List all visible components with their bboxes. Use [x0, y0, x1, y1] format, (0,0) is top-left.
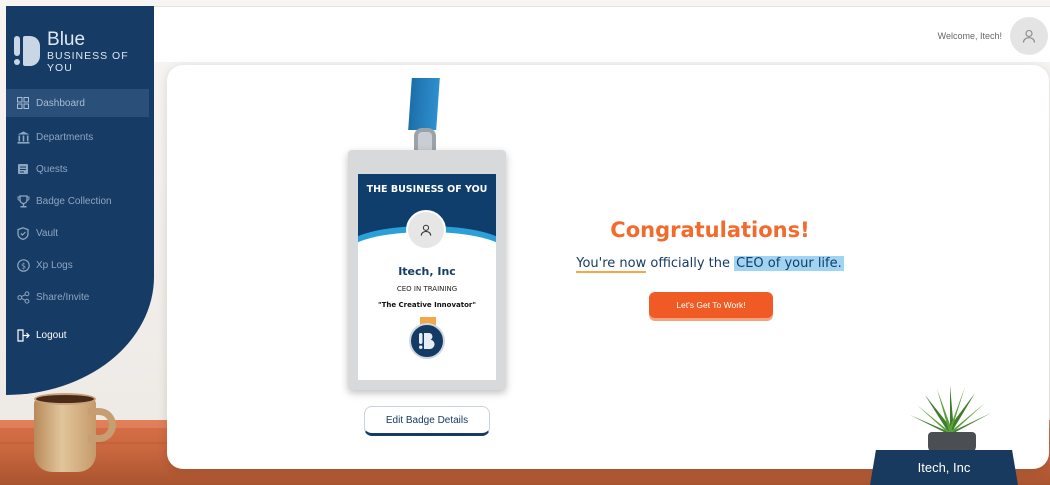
brand-subtitle: BUSINESS OF YOU: [47, 50, 129, 74]
badge-name: Itech, Inc: [398, 265, 456, 278]
sidebar-nav: Dashboard Departments Quests Badge Colle…: [6, 89, 149, 351]
grid-icon: [16, 96, 30, 110]
sidebar-item-share-invite[interactable]: Share/Invite: [6, 281, 149, 313]
shield-icon: [16, 226, 30, 240]
logout-icon: [16, 328, 30, 342]
tagline-underlined: You're now: [576, 256, 647, 273]
sidebar-item-label: Quests: [36, 163, 68, 175]
trophy-icon: [16, 194, 30, 208]
edit-badge-button[interactable]: Edit Badge Details: [364, 406, 490, 436]
sidebar-item-vault[interactable]: Vault: [6, 217, 149, 249]
tagline-text: officially the: [646, 256, 735, 271]
user-icon: [420, 224, 432, 236]
sidebar-item-badge-collection[interactable]: Badge Collection: [6, 185, 149, 217]
svg-text:$: $: [20, 261, 25, 270]
share-icon: [16, 290, 30, 304]
sidebar-item-label: Dashboard: [36, 97, 85, 109]
desk-nameplate: Itech, Inc: [870, 450, 1018, 485]
brand-title: Blue: [47, 29, 86, 50]
badge-avatar: [406, 210, 446, 250]
sidebar-item-label: Xp Logs: [36, 259, 73, 271]
lanyard-strap: [408, 78, 440, 130]
brand-logo[interactable]: Blue BUSINESS OF YOU: [14, 30, 154, 74]
logo-icon: [14, 34, 40, 70]
dollar-icon: $: [16, 258, 30, 272]
sidebar-item-label: Share/Invite: [36, 291, 90, 303]
badge-motto: "The Creative Innovator": [377, 301, 477, 309]
tagline: You're now officially the CEO of your li…: [550, 256, 870, 273]
top-bar: Welcome, Itech!: [154, 6, 1050, 62]
id-badge: THE BUSINESS OF YOU Itech, Inc CEO IN TR…: [348, 150, 506, 390]
congrats-heading: Congratulations!: [610, 218, 810, 242]
sidebar-item-label: Vault: [36, 227, 59, 239]
sidebar-item-quests[interactable]: Quests: [6, 153, 149, 185]
user-avatar[interactable]: [1010, 17, 1048, 55]
get-to-work-button[interactable]: Let's Get To Work!: [649, 292, 773, 318]
brand-emblem-icon: [409, 323, 445, 359]
coffee-mug: [34, 398, 96, 472]
sidebar-item-dashboard[interactable]: Dashboard: [6, 89, 149, 117]
sidebar: Blue BUSINESS OF YOU Dashboard Departmen…: [6, 6, 154, 395]
sidebar-item-logout[interactable]: Logout: [6, 319, 149, 351]
sidebar-item-departments[interactable]: Departments: [6, 121, 149, 153]
bank-icon: [16, 130, 30, 144]
sidebar-item-label: Departments: [36, 131, 94, 143]
scroll-icon: [16, 162, 30, 176]
user-icon: [1022, 29, 1036, 43]
badge-role: CEO IN TRAINING: [396, 285, 458, 293]
badge-title: THE BUSINESS OF YOU: [366, 184, 488, 195]
sidebar-item-label: Badge Collection: [36, 195, 112, 207]
coffee-mug-top: [34, 393, 96, 405]
badge-card: THE BUSINESS OF YOU Itech, Inc CEO IN TR…: [358, 174, 496, 380]
sidebar-item-xp-logs[interactable]: $ Xp Logs: [6, 249, 149, 281]
welcome-text: Welcome, Itech!: [937, 31, 1002, 41]
sidebar-item-label: Logout: [36, 329, 67, 341]
tagline-highlight: CEO of your life.: [734, 256, 844, 271]
plant-icon: [910, 385, 991, 435]
